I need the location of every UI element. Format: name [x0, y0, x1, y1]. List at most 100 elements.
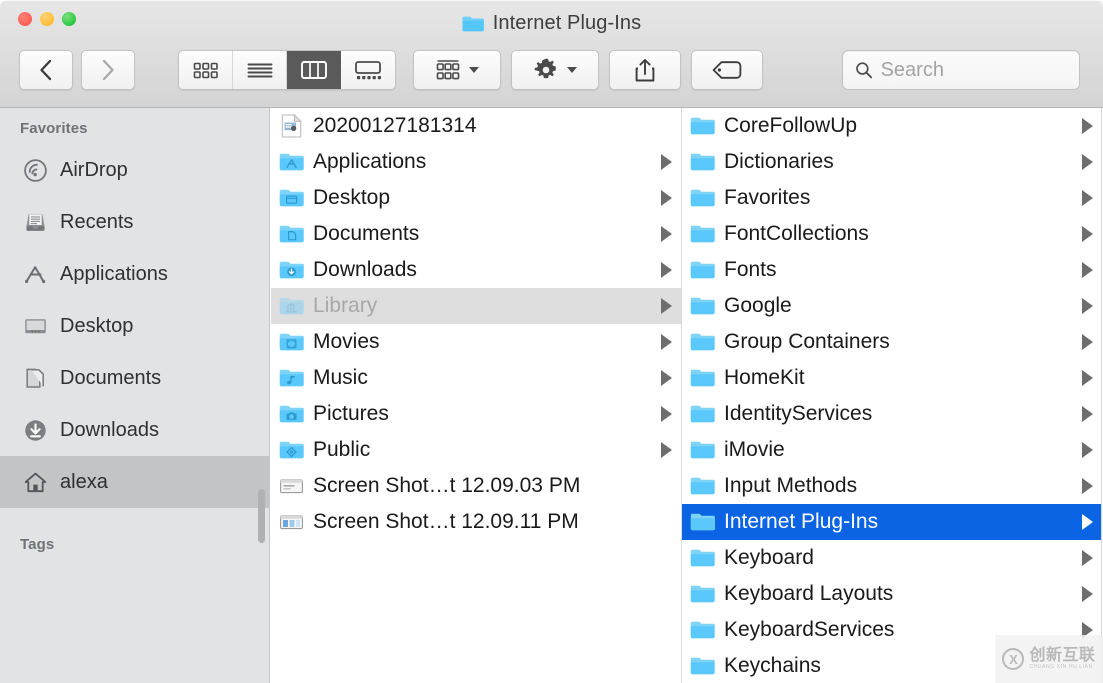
folder-name: Group Containers	[724, 330, 1069, 354]
grid-icon	[193, 62, 219, 79]
disclosure-arrow	[1082, 550, 1093, 566]
file-row[interactable]: Library	[271, 288, 681, 324]
documents-folder-icon	[279, 224, 304, 245]
file-row[interactable]: Music	[271, 360, 681, 396]
sidebar-item-recents[interactable]: Recents	[0, 196, 269, 248]
file-row[interactable]: Downloads	[271, 252, 681, 288]
sidebar-scrollbar[interactable]	[258, 489, 265, 543]
home-icon	[22, 469, 48, 495]
disclosure-arrow	[1082, 406, 1093, 422]
list-icon	[247, 62, 273, 79]
disclosure-arrow	[1082, 658, 1093, 674]
sidebar-item-airdrop[interactable]: AirDrop	[0, 144, 269, 196]
folder-row[interactable]: Group Containers	[682, 324, 1102, 360]
folder-row[interactable]: Dictionaries	[682, 144, 1102, 180]
folder-icon	[690, 656, 715, 677]
folder-icon	[690, 620, 715, 641]
folder-row[interactable]: IdentityServices	[682, 396, 1102, 432]
folder-row[interactable]: CoreFollowUp	[682, 108, 1102, 144]
folder-icon	[690, 368, 715, 389]
share-button[interactable]	[609, 50, 681, 90]
disclosure-arrow	[1082, 442, 1093, 458]
folder-name: Favorites	[724, 186, 1069, 210]
folder-row[interactable]: Favorites	[682, 180, 1102, 216]
toolbar	[0, 48, 1103, 96]
file-row[interactable]: Screen Shot…t 12.09.11 PM	[271, 504, 681, 540]
file-row[interactable]: Pictures	[271, 396, 681, 432]
folder-name: iMovie	[724, 438, 1069, 462]
sidebar-section-header-tags: Tags	[0, 524, 269, 560]
folder-row[interactable]: Keychains	[682, 648, 1102, 683]
disclosure-arrow	[661, 442, 672, 458]
folder-row[interactable]: Keyboard Layouts	[682, 576, 1102, 612]
folder-row[interactable]: Input Methods	[682, 468, 1102, 504]
arrange-button[interactable]	[413, 50, 501, 90]
disclosure-arrow	[661, 478, 672, 494]
group-icon	[435, 59, 461, 81]
folder-icon	[690, 152, 715, 173]
sidebar-item-documents[interactable]: Documents	[0, 352, 269, 404]
disclosure-arrow	[661, 190, 672, 206]
tags-button[interactable]	[691, 50, 763, 90]
file-row[interactable]: Applications	[271, 144, 681, 180]
folder-row[interactable]: FontCollections	[682, 216, 1102, 252]
airdrop-icon	[22, 157, 48, 183]
sidebar-item-desktop[interactable]: Desktop	[0, 300, 269, 352]
chevron-left-icon	[38, 58, 54, 82]
back-button[interactable]	[19, 50, 73, 90]
window-title: Internet Plug-Ins	[0, 7, 1103, 39]
sidebar-item-applications[interactable]: Applications	[0, 248, 269, 300]
folder-row-selected[interactable]: Internet Plug-Ins	[682, 504, 1102, 540]
folder-row[interactable]: KeyboardServices	[682, 612, 1102, 648]
folder-name: Input Methods	[724, 474, 1069, 498]
search-input[interactable]	[881, 59, 1067, 82]
column-library: CoreFollowUp Dictionaries	[682, 108, 1102, 683]
view-mode-segmented-control[interactable]	[178, 50, 396, 90]
file-row[interactable]: Movies	[271, 324, 681, 360]
folder-name: Keyboard Layouts	[724, 582, 1069, 606]
disclosure-arrow	[1082, 622, 1093, 638]
view-mode-gallery[interactable]	[341, 51, 395, 89]
gear-icon	[533, 57, 559, 83]
view-mode-list[interactable]	[233, 51, 287, 89]
disclosure-arrow	[661, 370, 672, 386]
file-name: Screen Shot…t 12.09.03 PM	[313, 474, 648, 498]
file-row[interactable]: Public	[271, 432, 681, 468]
sidebar-item-label: Applications	[60, 263, 168, 286]
file-row[interactable]: 20200127181314	[271, 108, 681, 144]
folder-row[interactable]: Keyboard	[682, 540, 1102, 576]
file-name: 20200127181314	[313, 114, 648, 138]
folder-name: FontCollections	[724, 222, 1069, 246]
pictures-folder-icon	[279, 404, 304, 425]
disclosure-arrow	[661, 514, 672, 530]
action-button[interactable]	[511, 50, 599, 90]
folder-row[interactable]: Google	[682, 288, 1102, 324]
folder-name: CoreFollowUp	[724, 114, 1069, 138]
sidebar-item-alexa[interactable]: alexa	[0, 456, 269, 508]
view-mode-column[interactable]	[287, 51, 341, 89]
screenshot-file-icon	[279, 476, 304, 497]
folder-row[interactable]: iMovie	[682, 432, 1102, 468]
search-field[interactable]	[842, 50, 1080, 90]
file-row[interactable]: Screen Shot…t 12.09.03 PM	[271, 468, 681, 504]
disclosure-arrow	[661, 406, 672, 422]
column-divider	[1101, 108, 1102, 683]
folder-row[interactable]: Fonts	[682, 252, 1102, 288]
forward-button[interactable]	[81, 50, 135, 90]
file-row[interactable]: Documents	[271, 216, 681, 252]
folder-name: Keyboard	[724, 546, 1069, 570]
chevron-down-icon	[469, 67, 479, 73]
document-file-icon	[279, 116, 304, 137]
view-mode-icon[interactable]	[179, 51, 233, 89]
public-folder-icon	[279, 440, 304, 461]
disclosure-arrow	[1082, 370, 1093, 386]
sidebar-spacer	[0, 508, 269, 524]
file-row[interactable]: Desktop	[271, 180, 681, 216]
folder-name: HomeKit	[724, 366, 1069, 390]
file-name: Public	[313, 438, 648, 462]
sidebar-item-downloads[interactable]: Downloads	[0, 404, 269, 456]
sidebar: Favorites AirDrop	[0, 108, 270, 683]
file-name: Music	[313, 366, 648, 390]
folder-icon	[690, 404, 715, 425]
folder-row[interactable]: HomeKit	[682, 360, 1102, 396]
